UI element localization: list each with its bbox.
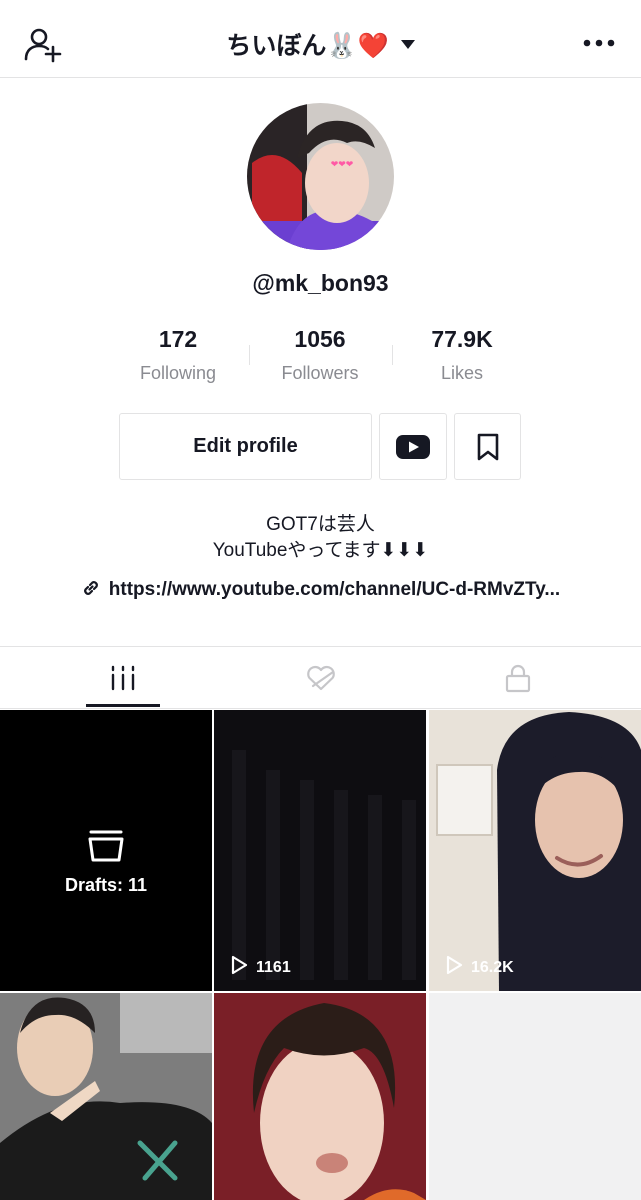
edit-profile-button[interactable]: Edit profile: [119, 413, 372, 480]
empty-grid-cell: [429, 993, 641, 1200]
video-thumbnail[interactable]: [214, 993, 426, 1200]
link-text: https://www.youtube.com/channel/UC-d-RMv…: [108, 579, 561, 600]
video-still-dark: [214, 710, 426, 991]
stat-followers[interactable]: 1056 Followers: [245, 326, 395, 384]
following-label: Following: [139, 363, 217, 383]
active-tab-indicator: [86, 704, 160, 707]
video-thumbnail[interactable]: 1161: [214, 710, 426, 991]
youtube-button[interactable]: [379, 413, 447, 480]
stat-following[interactable]: 172 Following: [103, 326, 253, 384]
top-bar: ちいぼん🐰❤️: [0, 0, 641, 78]
stat-likes[interactable]: 77.9K Likes: [387, 326, 537, 384]
following-count: 172: [158, 326, 198, 352]
view-count: 16.2K: [445, 955, 514, 977]
bio-line: YouTubeやってます⬇︎⬇︎⬇︎: [212, 540, 429, 561]
video-thumbnail[interactable]: [0, 993, 212, 1200]
video-still-hoodie: [429, 710, 641, 991]
avatar[interactable]: ❤︎❤︎❤︎: [247, 103, 394, 250]
grid-icon: [111, 665, 134, 691]
lock-icon: [505, 664, 530, 693]
play-icon: [446, 955, 463, 975]
video-still-peace-sign: [0, 993, 212, 1200]
play-icon: [231, 955, 248, 975]
account-name: ちいぼん🐰❤️: [226, 32, 389, 60]
likes-label: Likes: [440, 363, 484, 383]
followers-count: 1056: [294, 326, 346, 352]
followers-label: Followers: [281, 363, 359, 383]
drafts-count: Drafts: 11: [64, 875, 148, 895]
tab-videos[interactable]: [16, 647, 229, 709]
username: @mk_bon93: [252, 270, 389, 296]
video-still-portrait: [214, 993, 426, 1200]
video-thumbnail[interactable]: 16.2K: [429, 710, 641, 991]
view-count-text: 1161: [256, 959, 291, 976]
drafts-tile[interactable]: Drafts: 11: [0, 710, 212, 991]
bio-line: GOT7は芸人: [266, 514, 375, 535]
caret-down-icon: [400, 39, 415, 49]
drafts-box-icon: [88, 830, 124, 862]
bookmarks-button[interactable]: [454, 413, 521, 480]
bookmark-icon: [477, 433, 498, 460]
tab-liked[interactable]: [214, 647, 427, 709]
account-switcher[interactable]: ちいぼん🐰❤️: [0, 26, 641, 62]
view-count-text: 16.2K: [471, 959, 514, 976]
svg-text:❤︎❤︎❤︎: ❤︎❤︎❤︎: [331, 160, 354, 170]
profile-link[interactable]: https://www.youtube.com/channel/UC-d-RMv…: [0, 578, 641, 601]
tab-private[interactable]: [411, 647, 624, 709]
youtube-icon: [396, 434, 430, 459]
bio: GOT7は芸人 YouTubeやってます⬇︎⬇︎⬇︎: [0, 512, 641, 564]
more-horizontal-icon[interactable]: [583, 36, 615, 50]
liked-hidden-icon: [306, 665, 335, 691]
link-icon: [83, 581, 98, 595]
likes-count: 77.9K: [431, 326, 493, 352]
profile-tabs: [0, 646, 641, 709]
view-count: 1161: [230, 955, 291, 977]
